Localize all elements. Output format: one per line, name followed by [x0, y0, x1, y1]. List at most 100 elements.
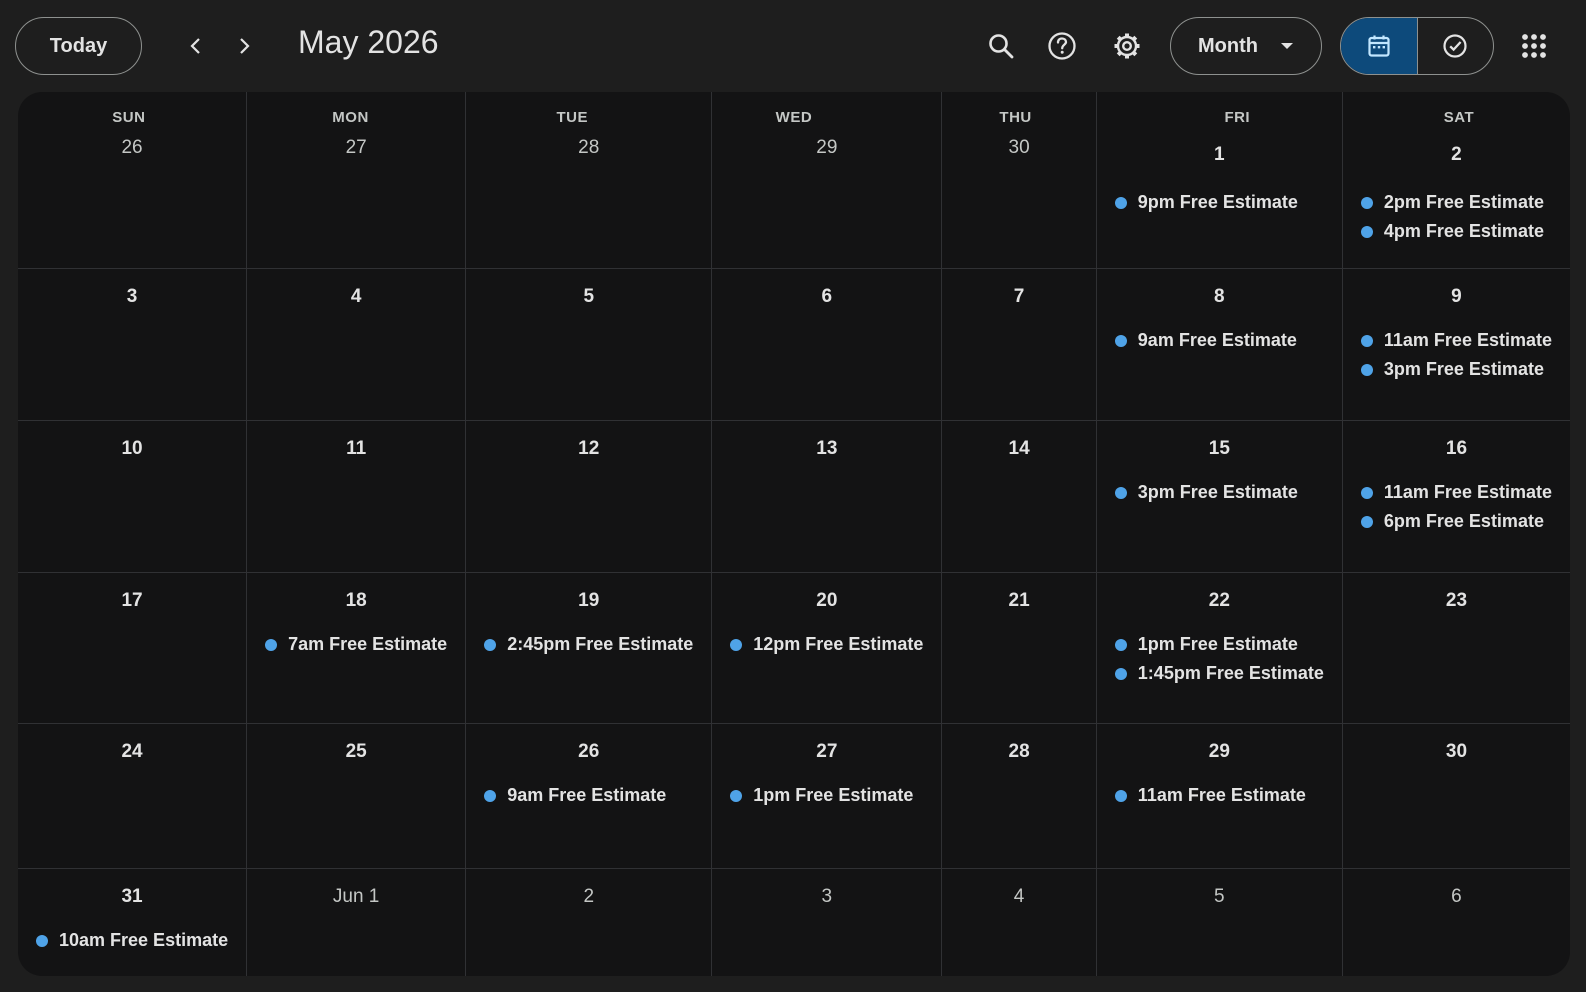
next-month-button[interactable]: [220, 22, 268, 70]
day-cell[interactable]: 3: [18, 269, 248, 421]
day-cell[interactable]: 23: [1342, 573, 1570, 724]
day-cell[interactable]: 24: [18, 724, 248, 869]
day-cell[interactable]: 8 9am Free Estimate: [1096, 269, 1343, 421]
day-number[interactable]: 20: [712, 590, 941, 612]
day-number[interactable]: 11: [247, 438, 465, 460]
day-number[interactable]: 30: [1343, 741, 1570, 763]
day-number[interactable]: 9: [1343, 286, 1570, 308]
day-cell[interactable]: 22 1pm Free Estimate 1:45pm Free Estimate: [1096, 573, 1343, 724]
calendar-event[interactable]: 3pm Free Estimate: [1360, 355, 1552, 384]
day-cell[interactable]: Jun 1: [247, 869, 467, 976]
calendar-event[interactable]: 11am Free Estimate: [1360, 478, 1552, 507]
calendar-event[interactable]: 1:45pm Free Estimate: [1114, 659, 1324, 688]
view-select[interactable]: Month: [1170, 17, 1322, 75]
day-number[interactable]: 26: [466, 741, 711, 763]
day-cell[interactable]: 10: [18, 421, 248, 573]
day-cell[interactable]: 2: [466, 869, 713, 976]
day-cell[interactable]: 4: [247, 269, 467, 421]
day-cell[interactable]: 13: [712, 421, 943, 573]
day-number[interactable]: 31: [18, 886, 246, 908]
calendar-event[interactable]: 7am Free Estimate: [265, 630, 447, 659]
day-cell[interactable]: 28: [942, 724, 1097, 869]
day-number[interactable]: 5: [1097, 886, 1342, 908]
day-number[interactable]: 24: [18, 741, 246, 763]
day-cell[interactable]: 5: [1097, 869, 1343, 976]
day-cell[interactable]: 4: [942, 869, 1097, 976]
day-number[interactable]: 30: [942, 137, 1095, 159]
day-cell[interactable]: 30: [1342, 724, 1570, 869]
day-number[interactable]: 4: [942, 886, 1095, 908]
calendar-event[interactable]: 6pm Free Estimate: [1360, 507, 1552, 536]
day-number[interactable]: 3: [18, 286, 246, 308]
calendar-event[interactable]: 10am Free Estimate: [36, 926, 228, 955]
day-number[interactable]: 16: [1343, 438, 1570, 460]
day-cell[interactable]: 7: [942, 269, 1097, 421]
day-cell[interactable]: 31 10am Free Estimate: [18, 869, 248, 976]
day-number[interactable]: 22: [1097, 590, 1342, 612]
day-number[interactable]: 28: [942, 741, 1095, 763]
calendar-event[interactable]: 11am Free Estimate: [1114, 781, 1324, 810]
day-number[interactable]: 12: [466, 438, 711, 460]
apps-button[interactable]: [1510, 22, 1558, 70]
day-number[interactable]: 2: [466, 886, 711, 908]
day-cell[interactable]: 25: [247, 724, 467, 869]
day-number[interactable]: 13: [712, 438, 941, 460]
day-number[interactable]: 29: [712, 137, 941, 159]
day-number[interactable]: 14: [942, 438, 1095, 460]
day-number[interactable]: 6: [1343, 886, 1570, 908]
day-cell[interactable]: 12: [466, 421, 713, 573]
settings-button[interactable]: [1103, 22, 1151, 70]
day-number[interactable]: 5: [466, 286, 711, 308]
day-cell[interactable]: 17: [18, 573, 248, 724]
day-cell[interactable]: 21: [942, 573, 1097, 724]
day-number[interactable]: 25: [247, 741, 465, 763]
previous-month-button[interactable]: [172, 22, 220, 70]
day-cell[interactable]: 11: [247, 421, 467, 573]
day-number[interactable]: 7: [942, 286, 1095, 308]
calendar-event[interactable]: 4pm Free Estimate: [1360, 217, 1552, 246]
calendar-view-button[interactable]: [1341, 18, 1417, 74]
day-number[interactable]: 28: [466, 137, 711, 159]
day-number[interactable]: 29: [1097, 741, 1342, 763]
day-number[interactable]: 6: [712, 286, 941, 308]
day-number[interactable]: 17: [18, 590, 246, 612]
calendar-event[interactable]: 11am Free Estimate: [1360, 326, 1552, 355]
calendar-event[interactable]: 12pm Free Estimate: [730, 630, 923, 659]
day-cell[interactable]: 18 7am Free Estimate: [247, 573, 467, 724]
calendar-event[interactable]: 9am Free Estimate: [1114, 326, 1324, 355]
search-button[interactable]: [977, 22, 1025, 70]
calendar-event[interactable]: 2pm Free Estimate: [1360, 188, 1552, 217]
day-number[interactable]: 21: [942, 590, 1095, 612]
calendar-event[interactable]: 9am Free Estimate: [484, 781, 693, 810]
day-number[interactable]: 15: [1097, 438, 1342, 460]
today-button[interactable]: Today: [15, 17, 142, 75]
calendar-event[interactable]: 2:45pm Free Estimate: [484, 630, 693, 659]
day-cell[interactable]: 27 1pm Free Estimate: [712, 724, 943, 869]
day-number[interactable]: 27: [712, 741, 941, 763]
day-number[interactable]: 23: [1343, 590, 1570, 612]
day-number[interactable]: 3: [712, 886, 941, 908]
day-cell[interactable]: 29 11am Free Estimate: [1096, 724, 1343, 869]
day-number[interactable]: 2: [1343, 144, 1570, 166]
day-number[interactable]: 27: [247, 137, 465, 159]
day-cell[interactable]: 5: [466, 269, 713, 421]
day-cell[interactable]: 15 3pm Free Estimate: [1096, 421, 1343, 573]
help-button[interactable]: [1038, 22, 1086, 70]
day-cell[interactable]: 26 9am Free Estimate: [466, 724, 713, 869]
calendar-event[interactable]: 3pm Free Estimate: [1114, 478, 1324, 507]
day-cell[interactable]: 20 12pm Free Estimate: [712, 573, 943, 724]
day-cell[interactable]: 6: [712, 269, 943, 421]
day-number[interactable]: 10: [18, 438, 246, 460]
day-cell[interactable]: 19 2:45pm Free Estimate: [466, 573, 713, 724]
day-number[interactable]: 4: [247, 286, 465, 308]
day-number[interactable]: 18: [247, 590, 465, 612]
day-cell[interactable]: 14: [942, 421, 1097, 573]
day-number[interactable]: 19: [466, 590, 711, 612]
day-number[interactable]: 26: [18, 137, 246, 159]
day-number[interactable]: Jun 1: [247, 886, 465, 908]
day-cell[interactable]: 3: [712, 869, 943, 976]
calendar-event[interactable]: 1pm Free Estimate: [1114, 630, 1324, 659]
day-number[interactable]: 8: [1097, 286, 1342, 308]
day-number[interactable]: 1: [1097, 144, 1342, 166]
day-cell[interactable]: 9 11am Free Estimate 3pm Free Estimate: [1342, 269, 1570, 421]
